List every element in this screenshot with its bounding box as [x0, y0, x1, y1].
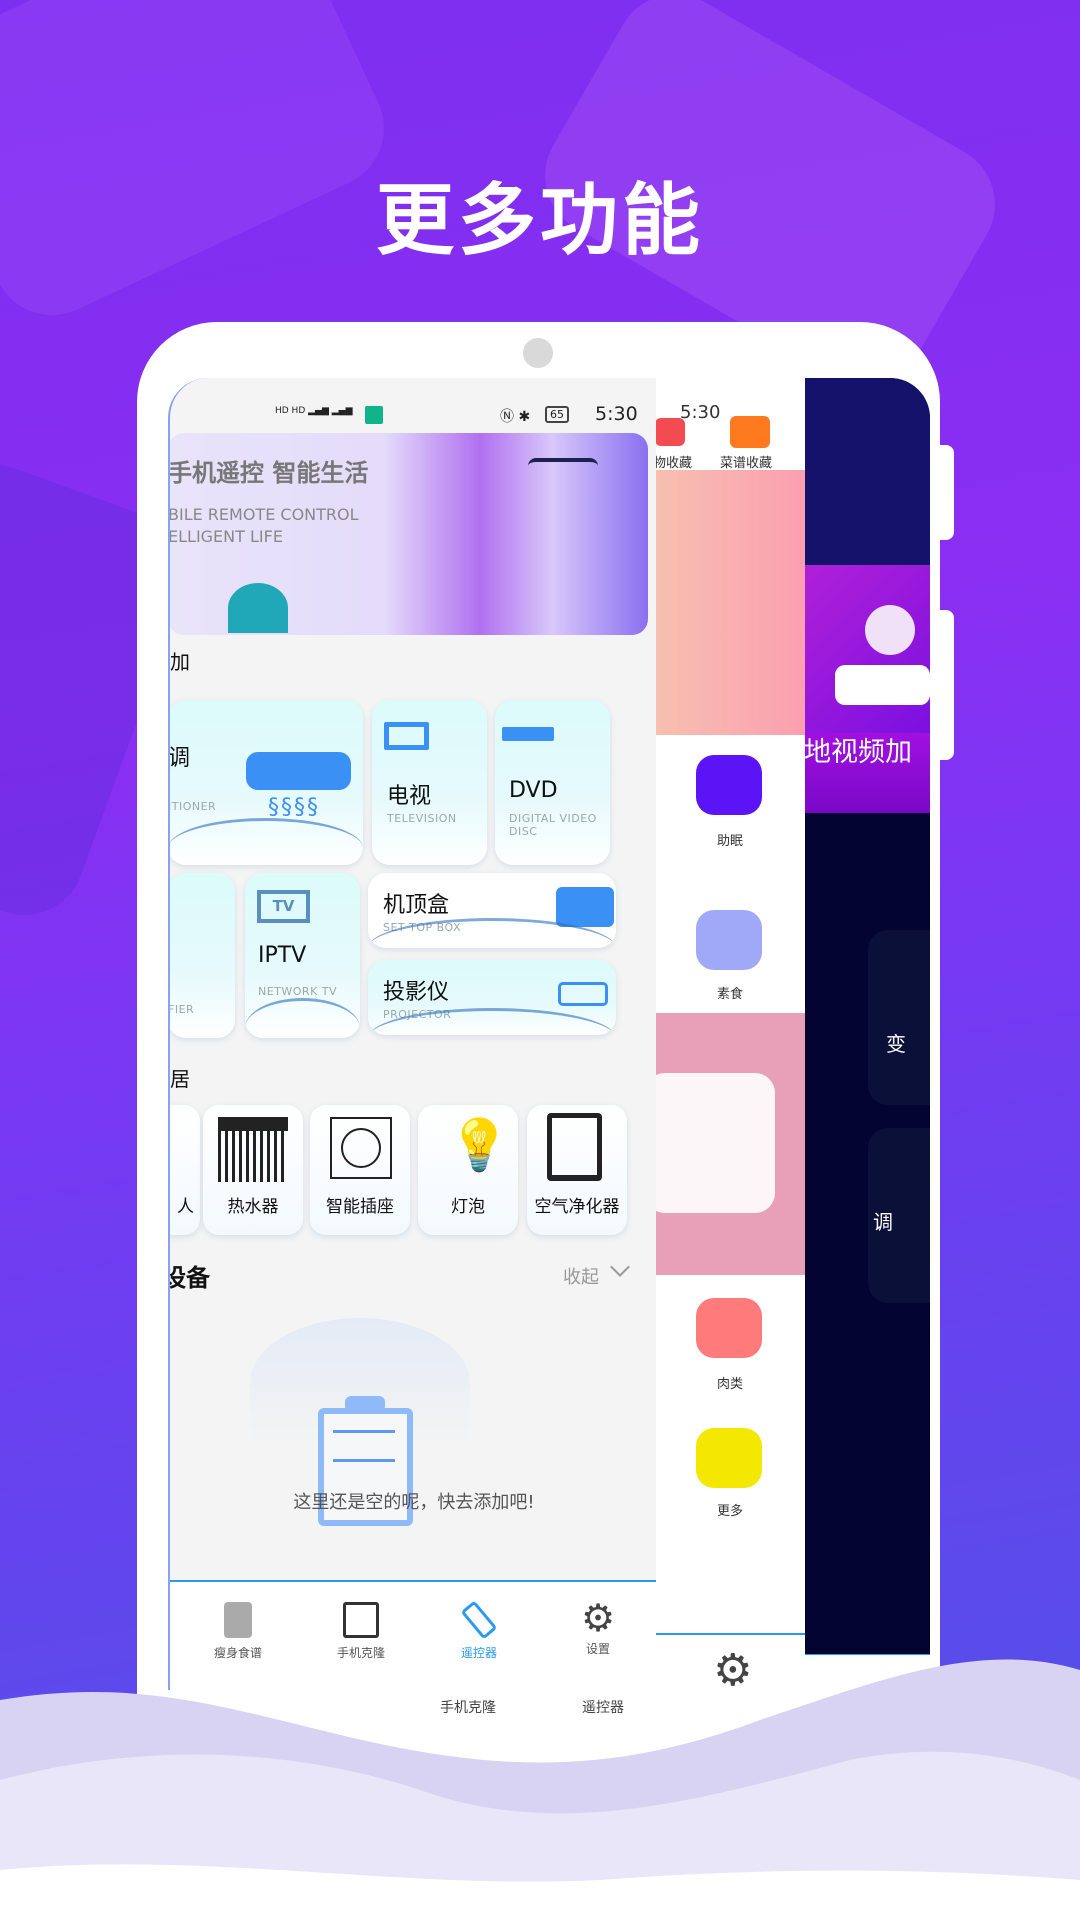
food-image — [655, 1013, 805, 1275]
banner-subtitle: ELLIGENT LIFE — [168, 527, 283, 546]
smart-home-bulb[interactable]: 💡 灯泡 — [418, 1105, 518, 1235]
smart-home-label: 灯泡 — [451, 1197, 485, 1217]
vegetarian-icon[interactable] — [696, 910, 762, 970]
volume-button — [940, 445, 954, 540]
card-title: 机顶盒 — [383, 893, 450, 918]
banner-title: 手机遥控 智能生活 — [168, 459, 369, 487]
remote-card-partial[interactable]: FIER — [168, 873, 235, 1038]
nfc-bluetooth-icon: Ⓝ ✱ — [500, 409, 531, 425]
tv-icon — [384, 722, 429, 750]
air-conditioner-icon — [246, 752, 351, 790]
phone-clone-icon — [343, 1602, 379, 1638]
remote-card-settop[interactable]: 机顶盒 SET TOP BOX — [368, 873, 616, 948]
remote-icon — [460, 1600, 498, 1640]
drone-icon — [528, 458, 598, 488]
banner[interactable]: 手机遥控 智能生活 BILE REMOTE CONTROL ELLIGENT L… — [168, 433, 648, 635]
card-title: 电视 — [387, 784, 432, 809]
remote-card-iptv[interactable]: TV IPTV NETWORK TV — [245, 873, 360, 1038]
card-title: IPTV — [258, 943, 307, 968]
banner-subtitle: BILE REMOTE CONTROL — [168, 505, 359, 524]
meat-icon[interactable] — [696, 1298, 762, 1358]
set-top-box-icon — [556, 887, 614, 927]
back-screen: 本地视频加 变 调 — [805, 378, 930, 1655]
bottom-wave — [0, 1659, 1080, 1920]
recipe-collection-label[interactable]: 菜谱收藏 — [720, 452, 772, 471]
card-title: DVD — [509, 778, 558, 803]
remote-card-dvd[interactable]: DVD DIGITAL VIDEO DISC — [495, 700, 610, 865]
remote-card-tv[interactable]: 电视 TELEVISION — [372, 700, 487, 865]
card-subtitle: TELEVISION — [387, 812, 457, 825]
dvd-player-icon — [502, 727, 554, 741]
status-time: 5:30 — [595, 403, 638, 425]
card-subtitle: ITIONER — [168, 800, 217, 813]
status-bar: HD HD ▂▄▆ ▂▄▆ Ⓝ ✱ 65 5:30 — [275, 403, 650, 432]
middle-screen: 5:30 物收藏 菜谱收藏 助眠 素食 肉类 更多 — [655, 378, 805, 1635]
iptv-icon: TV — [257, 890, 310, 923]
smart-home-label: 智能插座 — [326, 1197, 394, 1217]
smart-home-socket[interactable]: 智能插座 — [310, 1105, 410, 1235]
battery-icon: 65 — [545, 406, 569, 423]
signal-icon: HD HD ▂▄▆ ▂▄▆ — [275, 406, 353, 416]
category-label[interactable]: 素食 — [655, 983, 805, 1002]
section-title: 居 — [170, 1067, 190, 1091]
recipe-book-icon — [224, 1602, 252, 1638]
smart-home-label: 空气净化器 — [534, 1197, 620, 1217]
section-title: 设备 — [170, 1264, 210, 1292]
gear-icon: ⚙ — [580, 1596, 616, 1640]
smart-home-label: 人 — [177, 1197, 194, 1217]
category-label[interactable]: 肉类 — [655, 1373, 805, 1392]
cat-illustration — [228, 583, 288, 633]
light-bulb-icon: 💡 — [448, 1116, 511, 1174]
smart-home-robot[interactable]: 人 — [170, 1105, 200, 1235]
joystick-icon — [865, 605, 915, 655]
category-label[interactable]: 更多 — [655, 1500, 805, 1519]
category-label[interactable]: 助眠 — [655, 830, 805, 849]
sleep-icon[interactable] — [696, 755, 762, 815]
socket-icon — [330, 1117, 392, 1179]
smart-home-air-purifier[interactable]: 空气净化器 — [527, 1105, 627, 1235]
collection-label[interactable]: 物收藏 — [655, 452, 692, 471]
slimming-image — [655, 470, 805, 735]
headline: 更多功能 — [375, 176, 704, 266]
remote-card-projector[interactable]: 投影仪 PROJECTOR — [368, 960, 616, 1035]
empty-state-text: 这里还是空的呢，快去添加吧! — [293, 1492, 535, 1513]
smart-home-label: 热水器 — [227, 1197, 279, 1217]
air-purifier-icon — [547, 1113, 602, 1181]
back-banner-text: 本地视频加 — [805, 737, 912, 768]
water-heater-icon — [218, 1117, 288, 1182]
more-icon[interactable] — [696, 1428, 762, 1488]
power-button — [940, 610, 954, 760]
card-subtitle: DIGITAL VIDEO DISC — [509, 812, 597, 838]
card-title: 调 — [168, 746, 191, 771]
projector-icon — [558, 982, 608, 1006]
airflow-icon: §§§§ — [268, 795, 320, 820]
remote-card-ac[interactable]: 调 ITIONER §§§§ — [168, 700, 363, 865]
app-icon — [365, 406, 383, 424]
smart-home-water-heater[interactable]: 热水器 — [203, 1105, 303, 1235]
card-label: 变 — [886, 1032, 906, 1056]
status-time: 5:30 — [680, 402, 721, 423]
camera-icon — [523, 338, 553, 368]
section-title: 加 — [170, 650, 190, 674]
card-subtitle: NETWORK TV — [258, 985, 338, 998]
collapse-button[interactable]: 收起 — [563, 1263, 599, 1289]
collection-icon[interactable] — [655, 418, 685, 446]
card-title: 投影仪 — [383, 980, 450, 1005]
chevron-down-icon[interactable] — [610, 1257, 630, 1277]
card-subtitle: FIER — [168, 1003, 195, 1016]
front-screen: HD HD ▂▄▆ ▂▄▆ Ⓝ ✱ 65 5:30 手机遥控 智能生活 BILE… — [168, 378, 656, 1690]
card-label: 调 — [873, 1210, 893, 1234]
recipe-collection-icon[interactable] — [730, 416, 770, 448]
